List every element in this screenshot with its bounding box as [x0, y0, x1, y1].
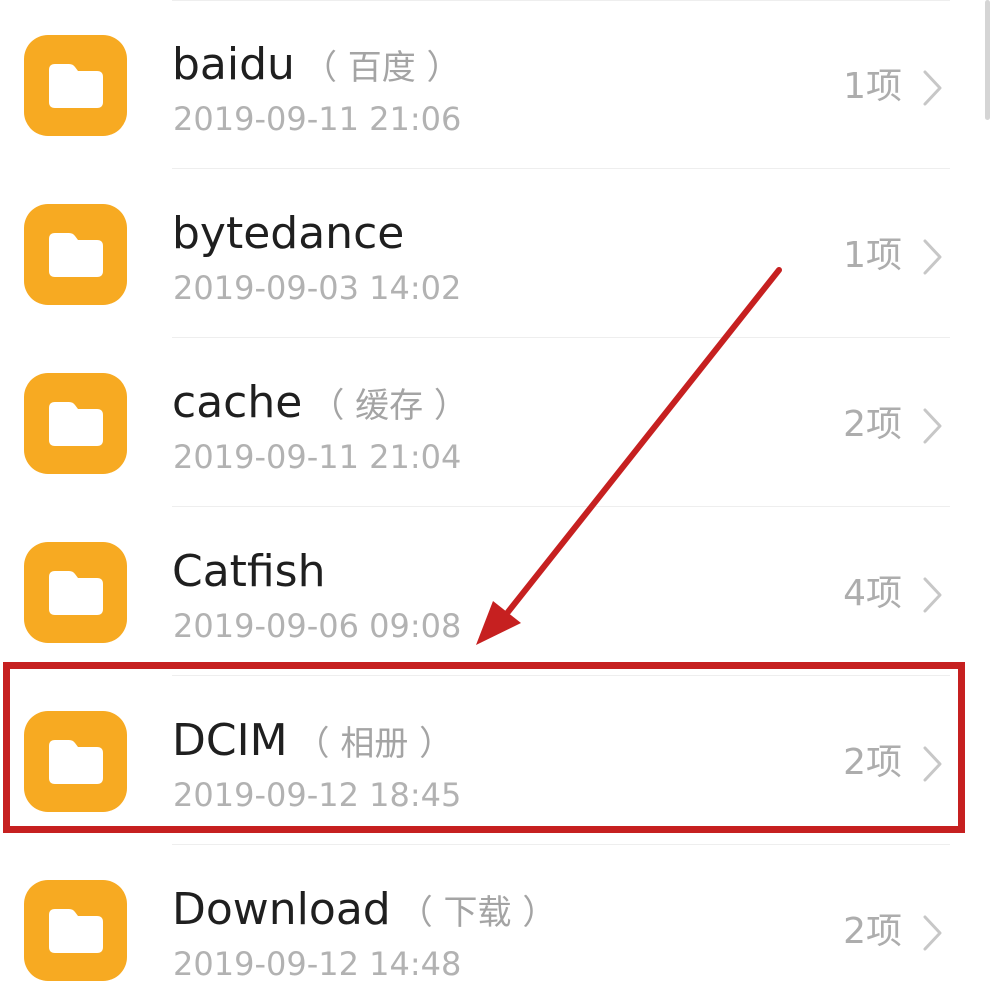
folder-text: cache （ 缓存 ） 2019-09-11 21:04 — [172, 373, 812, 483]
item-count: 2项 — [843, 742, 902, 783]
folder-date: 2019-09-12 14:48 — [173, 945, 462, 983]
folder-text: DCIM （ 相册 ） 2019-09-12 18:45 — [172, 711, 812, 821]
chevron-right-icon — [922, 69, 944, 107]
folder-name: DCIM — [172, 715, 288, 766]
folder-row-baidu[interactable]: baidu （ 百度 ） 2019-09-11 21:06 1项 — [0, 0, 994, 169]
folder-date: 2019-09-06 09:08 — [173, 607, 462, 645]
folder-text: Catfish 2019-09-06 09:08 — [172, 542, 812, 652]
folder-alias: （ 相册 ） — [295, 724, 454, 764]
folder-shape — [49, 64, 103, 108]
folder-icon — [24, 373, 127, 474]
folder-alias: （ 缓存 ） — [310, 386, 468, 426]
chevron-right-icon — [922, 576, 944, 614]
folder-row-cache[interactable]: cache （ 缓存 ） 2019-09-11 21:04 2项 — [0, 338, 994, 507]
folder-icon — [24, 880, 127, 981]
folder-name-line: DCIM （ 相册 ） — [172, 711, 453, 771]
folder-shape — [49, 233, 103, 277]
folder-shape — [49, 571, 103, 615]
chevron-right-icon — [922, 914, 944, 952]
folder-row-catfish[interactable]: Catfish 2019-09-06 09:08 4项 — [0, 507, 994, 676]
item-count: 1项 — [843, 66, 902, 107]
folder-list: baidu （ 百度 ） 2019-09-11 21:06 1项 bytedanc… — [0, 0, 994, 1000]
folder-name-line: Download （ 下载 ） — [172, 880, 556, 940]
folder-row-dcim[interactable]: DCIM （ 相册 ） 2019-09-12 18:45 2项 — [0, 676, 994, 845]
folder-name: cache — [172, 377, 303, 428]
chevron-right-icon — [922, 407, 944, 445]
item-count: 4项 — [843, 573, 902, 614]
folder-date: 2019-09-11 21:04 — [173, 438, 462, 476]
folder-date: 2019-09-12 18:45 — [173, 776, 462, 814]
folder-text: baidu （ 百度 ） 2019-09-11 21:06 — [172, 35, 812, 145]
folder-icon — [24, 542, 127, 643]
folder-alias: （ 下载 ） — [398, 893, 557, 933]
folder-name: Download — [172, 884, 391, 935]
file-manager-screen: baidu （ 百度 ） 2019-09-11 21:06 1项 bytedanc… — [0, 0, 994, 1000]
folder-icon — [24, 711, 127, 812]
folder-shape — [49, 740, 103, 784]
item-count: 2项 — [843, 911, 902, 952]
folder-date: 2019-09-11 21:06 — [173, 100, 462, 138]
folder-row-download[interactable]: Download （ 下载 ） 2019-09-12 14:48 2项 — [0, 845, 994, 1000]
folder-text: bytedance 2019-09-03 14:02 — [172, 204, 812, 314]
folder-icon — [24, 35, 127, 136]
folder-text: Download （ 下载 ） 2019-09-12 14:48 — [172, 880, 812, 990]
item-count: 1项 — [843, 235, 902, 276]
folder-name: Catfish — [172, 546, 326, 597]
folder-shape — [49, 402, 103, 446]
folder-name-line: baidu （ 百度 ） — [172, 35, 461, 95]
item-count: 2项 — [843, 404, 902, 445]
folder-row-bytedance[interactable]: bytedance 2019-09-03 14:02 1项 — [0, 169, 994, 338]
folder-icon — [24, 204, 127, 305]
folder-shape — [49, 909, 103, 953]
folder-alias: （ 百度 ） — [302, 48, 461, 88]
chevron-right-icon — [922, 745, 944, 783]
folder-name: baidu — [172, 39, 295, 90]
folder-name-line: cache （ 缓存 ） — [172, 373, 468, 433]
chevron-right-icon — [922, 238, 944, 276]
folder-name-line: Catfish — [172, 542, 333, 602]
folder-name-line: bytedance — [172, 204, 412, 264]
folder-date: 2019-09-03 14:02 — [173, 269, 462, 307]
folder-name: bytedance — [172, 208, 405, 259]
